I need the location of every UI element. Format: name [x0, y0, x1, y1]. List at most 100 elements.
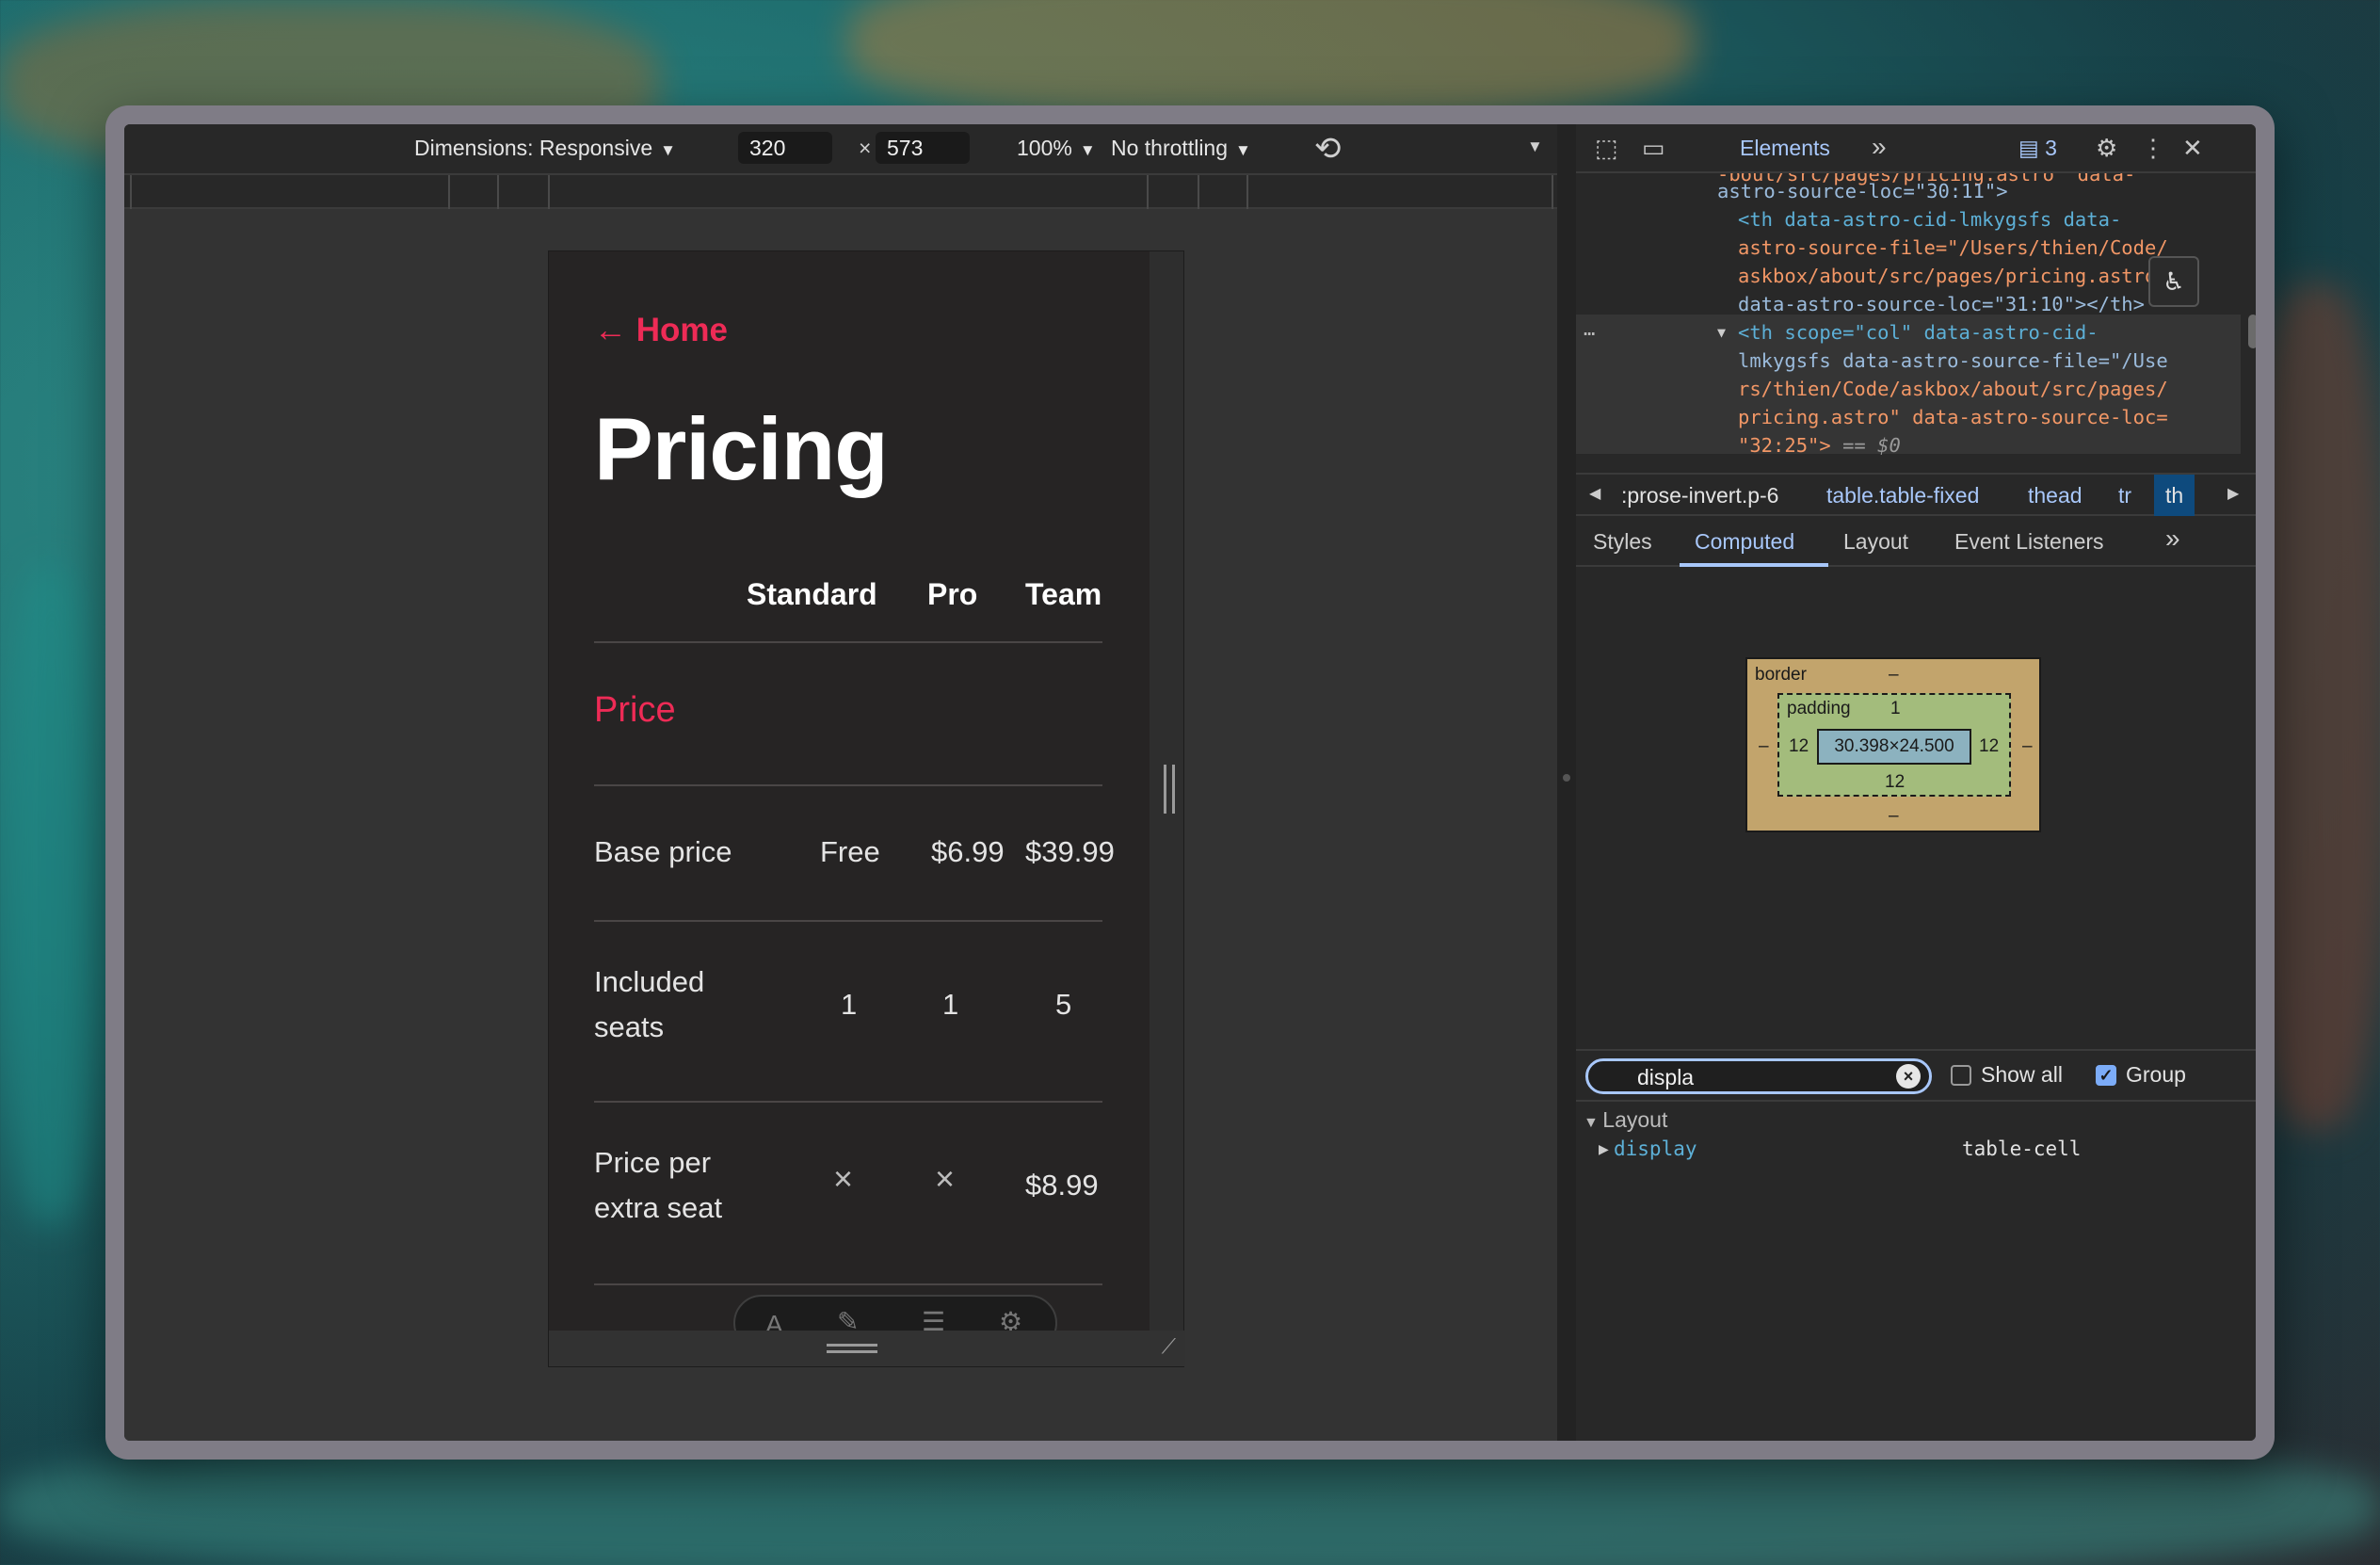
row-label-included-seats: Included seats: [594, 960, 704, 1050]
group-label[interactable]: Group: [2126, 1062, 2186, 1088]
dom-line[interactable]: pricing.astro" data-astro-source-loc=: [1738, 406, 2168, 428]
cell-value: 1: [942, 988, 959, 1021]
dimension-separator: ×: [859, 136, 872, 160]
settings-gear-icon[interactable]: ⚙: [2096, 134, 2117, 163]
group-layout-header[interactable]: ▼ Layout: [1584, 1107, 1667, 1133]
box-model-diagram[interactable]: border – – – – padding 1 12 12 12 30.398…: [1745, 657, 2041, 832]
ruler-segment[interactable]: [1246, 175, 1248, 209]
expand-triangle-icon[interactable]: ▶: [1599, 1141, 1609, 1157]
show-all-label[interactable]: Show all: [1981, 1062, 2063, 1088]
tab-event-listeners[interactable]: Event Listeners: [1954, 529, 2104, 555]
padding-right-value[interactable]: 12: [1979, 736, 1999, 757]
devtools-toolbar: ⬚ ▭ Elements » ▤ 3 ⚙ ⋮ ✕: [1576, 124, 2256, 173]
tab-elements[interactable]: Elements: [1740, 136, 1830, 161]
dom-tree[interactable]: -bout/src/pages/pricing.astro" data- ast…: [1576, 173, 2256, 473]
padding-bottom-value[interactable]: 12: [1885, 772, 1905, 793]
breadcrumb-item-active[interactable]: th: [2154, 475, 2195, 516]
dom-line[interactable]: astro-source-file="/Users/thien/Code/: [1738, 236, 2168, 259]
padding-box[interactable]: padding 1 12 12 12 30.398×24.500: [1777, 693, 2011, 797]
ruler-segment[interactable]: [1198, 175, 1199, 209]
devtools-panel: ⬚ ▭ Elements » ▤ 3 ⚙ ⋮ ✕ -bout/src/pages…: [1576, 124, 2256, 1441]
width-input[interactable]: 320: [738, 132, 832, 164]
property-value: table-cell: [1962, 1137, 2082, 1160]
padding-left-value[interactable]: 12: [1789, 736, 1809, 757]
cross-icon: ×: [935, 1159, 956, 1198]
scroll-right-icon[interactable]: ▶: [2227, 484, 2239, 503]
issues-count: 3: [2045, 136, 2057, 160]
content-box[interactable]: 30.398×24.500: [1817, 729, 1971, 765]
dom-line[interactable]: "32:25">: [1738, 434, 1831, 457]
dom-line[interactable]: lmkygsfs data-astro-source-file="/Use: [1738, 349, 2168, 372]
more-tabs-chevron-icon[interactable]: »: [2165, 524, 2180, 554]
device-toolbar: Dimensions: Responsive ▼ 320 × 573 100% ▼ …: [124, 124, 1557, 173]
tab-layout[interactable]: Layout: [1843, 529, 1908, 555]
dimensions-dropdown[interactable]: Dimensions: Responsive ▼: [414, 136, 676, 161]
column-header-pro: Pro: [927, 577, 978, 611]
ruler-segment[interactable]: [1147, 175, 1149, 209]
accessibility-icon[interactable]: ♿: [2148, 256, 2199, 307]
group-checkbox[interactable]: ✓: [2096, 1065, 2116, 1086]
device-toolbar-icon[interactable]: ▭: [1642, 134, 1665, 163]
breadcrumb-item[interactable]: tr: [2118, 483, 2131, 508]
ruler-segment[interactable]: [548, 175, 550, 209]
ruler-segment[interactable]: [448, 175, 450, 209]
viewport-bottom-resize-bar[interactable]: ⟋: [549, 1331, 1185, 1366]
expand-triangle-icon: ▼: [1584, 1115, 1603, 1131]
active-tab-indicator: [1680, 563, 1828, 567]
side-resize-handle-icon[interactable]: [1164, 765, 1175, 814]
filter-input[interactable]: [1585, 1058, 1932, 1094]
cell-value: Free: [820, 835, 880, 868]
group-label: Layout: [1602, 1107, 1668, 1132]
sidebar-tabs: Styles Computed Layout Event Listeners »: [1576, 516, 2256, 567]
breadcrumb-item[interactable]: :prose-invert.p-6: [1621, 483, 1778, 508]
rotate-icon[interactable]: ⟲: [1314, 130, 1342, 168]
node-actions-ellipsis-icon[interactable]: …: [1584, 315, 1595, 343]
dom-line[interactable]: data-astro-source-loc="31:10"></th>: [1738, 293, 2145, 315]
inspect-element-icon[interactable]: ⬚: [1595, 134, 1618, 163]
ruler-segment[interactable]: [497, 175, 499, 209]
cross-icon: ×: [833, 1159, 854, 1198]
tab-computed[interactable]: Computed: [1695, 529, 1794, 555]
close-icon[interactable]: ✕: [2182, 134, 2203, 163]
padding-top-value[interactable]: 1: [1890, 699, 1901, 719]
ruler-segment[interactable]: [1552, 175, 1553, 209]
property-name[interactable]: display: [1614, 1137, 1697, 1160]
cell-value: $8.99: [1025, 1169, 1099, 1202]
media-query-ruler[interactable]: [124, 173, 1557, 209]
height-input[interactable]: 573: [876, 132, 970, 164]
resize-corner-icon[interactable]: ⟋: [1162, 1334, 1176, 1359]
resize-handle-icon[interactable]: [827, 1344, 877, 1353]
table-divider: [594, 1101, 1102, 1103]
caret-down-icon: ▼: [1235, 141, 1251, 159]
throttling-label: No throttling: [1111, 136, 1229, 160]
zoom-dropdown[interactable]: 100% ▼: [1017, 136, 1096, 161]
tab-styles[interactable]: Styles: [1593, 529, 1652, 555]
border-left-value[interactable]: –: [1759, 736, 1769, 757]
device-viewport: ← Home Pricing Standard Pro Team Price B…: [548, 250, 1185, 1367]
padding-label: padding: [1787, 699, 1851, 718]
ruler-segment[interactable]: [130, 175, 132, 209]
kebab-menu-icon[interactable]: ⋮: [2141, 134, 2165, 163]
clear-filter-icon[interactable]: ×: [1896, 1064, 1921, 1089]
issues-badge[interactable]: ▤ 3: [2018, 136, 2057, 161]
show-all-checkbox[interactable]: [1951, 1065, 1971, 1086]
expand-triangle-icon[interactable]: ▼: [1717, 318, 1726, 347]
dom-tree-scrollbar[interactable]: [2248, 315, 2256, 348]
dom-line[interactable]: askbox/about/src/pages/pricing.astro": [1738, 265, 2168, 287]
dom-line[interactable]: rs/thien/Code/askbox/about/src/pages/: [1738, 378, 2168, 400]
breadcrumb-item[interactable]: thead: [2028, 483, 2082, 508]
throttling-dropdown[interactable]: No throttling ▼: [1111, 136, 1251, 161]
scroll-left-icon[interactable]: ◀: [1589, 484, 1600, 503]
dom-line[interactable]: <th data-astro-cid-lmkygsfs data-: [1738, 208, 2121, 231]
border-bottom-value[interactable]: –: [1889, 806, 1899, 827]
dom-line: astro-source-loc="30:11">: [1717, 180, 2008, 202]
more-tabs-chevron-icon[interactable]: »: [1872, 132, 1887, 162]
dom-line[interactable]: <th scope="col" data-astro-cid-: [1738, 321, 2099, 344]
home-link[interactable]: ← Home: [594, 312, 728, 349]
border-label: border: [1755, 665, 1807, 685]
panel-divider[interactable]: [1557, 124, 1576, 1441]
border-right-value[interactable]: –: [2022, 736, 2033, 757]
breadcrumb-item[interactable]: table.table-fixed: [1826, 483, 1979, 508]
border-top-value[interactable]: –: [1889, 665, 1899, 686]
more-options-caret-icon[interactable]: ▼: [1527, 137, 1543, 156]
